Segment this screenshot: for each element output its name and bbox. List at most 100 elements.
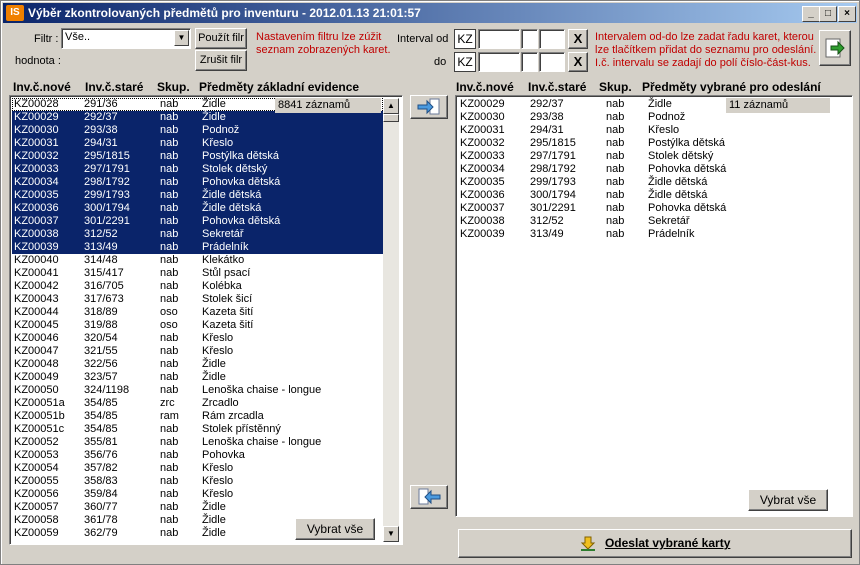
table-row[interactable]: KZ00037 301/2291 nab Pohovka dětská (458, 202, 850, 215)
interval-from-part[interactable] (521, 29, 538, 49)
clear-from-button[interactable]: X (568, 29, 588, 49)
table-row[interactable]: KZ00048 322/56 nab Židle (12, 358, 383, 371)
cell-group: nab (160, 358, 179, 370)
cell-inv-new: KZ00031 (14, 137, 59, 149)
cell-group: oso (160, 306, 178, 318)
left-col-header-name[interactable]: Předměty základní evidence (199, 80, 359, 94)
table-row[interactable]: KZ00052 355/81 nab Lenoška chaise - longue (12, 436, 383, 449)
clear-to-button[interactable]: X (568, 52, 588, 72)
cell-inv-old: 315/417 (84, 267, 124, 279)
table-row[interactable]: KZ00032 295/1815 nab Postýlka dětská (12, 150, 383, 163)
cancel-filter-button[interactable]: Zrušit filr (195, 50, 247, 71)
table-row[interactable]: KZ00030 293/38 nab Podnož (12, 124, 383, 137)
table-row[interactable]: KZ00039 313/49 nab Prádelník (12, 241, 383, 254)
table-row[interactable]: KZ00053 356/76 nab Pohovka (12, 449, 383, 462)
maximize-button[interactable]: □ (819, 6, 837, 22)
chevron-down-icon[interactable]: ▼ (174, 30, 189, 46)
cell-item-name: Křeslo (202, 475, 234, 487)
right-col-header-new[interactable]: Inv.č.nové (456, 80, 514, 94)
right-select-all-button[interactable]: Vybrat vše (748, 489, 828, 511)
cell-item-name: Židle (202, 371, 226, 383)
scroll-thumb[interactable] (383, 114, 399, 122)
send-selected-button[interactable]: Odeslat vybrané karty (458, 529, 852, 558)
cell-item-name: Židle (202, 501, 226, 513)
left-record-count: 8841 záznamů (275, 98, 381, 113)
move-left-button[interactable] (410, 485, 448, 509)
right-items-list[interactable]: KZ00029 292/37 nab Židle KZ00030 293/38 nab Pod… (455, 95, 853, 517)
table-row[interactable]: KZ00036 300/1794 nab Židle dětská (12, 202, 383, 215)
cell-group: nab (160, 124, 179, 136)
interval-to-number[interactable] (478, 52, 520, 72)
table-row[interactable]: KZ00035 299/1793 nab Židle dětská (458, 176, 850, 189)
apply-filter-button[interactable]: Použít filr (195, 28, 247, 49)
interval-from-piece[interactable] (539, 29, 565, 49)
move-right-button[interactable] (410, 95, 448, 119)
cell-inv-old: 294/31 (530, 124, 564, 136)
cell-inv-new: KZ00053 (14, 449, 59, 461)
interval-to-part[interactable] (521, 52, 538, 72)
table-row[interactable]: KZ00033 297/1791 nab Stolek dětský (458, 150, 850, 163)
right-col-header-name[interactable]: Předměty vybrané pro odeslání (642, 80, 821, 94)
scroll-down-icon[interactable]: ▼ (383, 526, 399, 542)
left-col-header-group[interactable]: Skup. (157, 80, 190, 94)
filter-value-label: hodnota : (15, 55, 61, 67)
table-row[interactable]: KZ00055 358/83 nab Křeslo (12, 475, 383, 488)
right-col-header-old[interactable]: Inv.č.staré (528, 80, 586, 94)
table-row[interactable]: KZ00054 357/82 nab Křeslo (12, 462, 383, 475)
left-col-header-new[interactable]: Inv.č.nové (13, 80, 71, 94)
table-row[interactable]: KZ00056 359/84 nab Křeslo (12, 488, 383, 501)
table-row[interactable]: KZ00047 321/55 nab Křeslo (12, 345, 383, 358)
table-row[interactable]: KZ00040 314/48 nab Klekátko (12, 254, 383, 267)
table-row[interactable]: KZ00051b 354/85 ram Rám zrcadla (12, 410, 383, 423)
title-bar[interactable]: IS Výběr zkontrolovaných předmětů pro in… (3, 3, 857, 23)
table-row[interactable]: KZ00031 294/31 nab Křeslo (458, 124, 850, 137)
table-row[interactable]: KZ00051a 354/85 zrc Zrcadlo (12, 397, 383, 410)
table-row[interactable]: KZ00036 300/1794 nab Židle dětská (458, 189, 850, 202)
cell-group: nab (160, 371, 179, 383)
close-button[interactable]: × (838, 6, 856, 22)
cell-inv-old: 295/1815 (84, 150, 130, 162)
table-row[interactable]: KZ00032 295/1815 nab Postýlka dětská (458, 137, 850, 150)
interval-from-number[interactable] (478, 29, 520, 49)
table-row[interactable]: KZ00033 297/1791 nab Stolek dětský (12, 163, 383, 176)
table-row[interactable]: KZ00034 298/1792 nab Pohovka dětská (12, 176, 383, 189)
table-row[interactable]: KZ00043 317/673 nab Stolek šicí (12, 293, 383, 306)
interval-to-prefix: KZ (454, 52, 476, 72)
table-row[interactable]: KZ00037 301/2291 nab Pohovka dětská (12, 215, 383, 228)
table-row[interactable]: KZ00041 315/417 nab Stůl psací (12, 267, 383, 280)
right-col-header-group[interactable]: Skup. (599, 80, 632, 94)
table-row[interactable]: KZ00046 320/54 nab Křeslo (12, 332, 383, 345)
cell-item-name: Židle (648, 98, 672, 110)
table-row[interactable]: KZ00034 298/1792 nab Pohovka dětská (458, 163, 850, 176)
table-row[interactable]: KZ00045 319/88 oso Kazeta šití (12, 319, 383, 332)
table-row[interactable]: KZ00038 312/52 nab Sekretář (458, 215, 850, 228)
filter-select[interactable]: Vše.. ▼ (61, 28, 191, 49)
table-row[interactable]: KZ00051c 354/85 nab Stolek přístěnný (12, 423, 383, 436)
scroll-up-icon[interactable]: ▲ (383, 98, 399, 114)
cell-group: nab (606, 124, 625, 136)
table-row[interactable]: KZ00039 313/49 nab Prádelník (458, 228, 850, 241)
table-row[interactable]: KZ00038 312/52 nab Sekretář (12, 228, 383, 241)
cell-inv-new: KZ00043 (14, 293, 59, 305)
table-row[interactable]: KZ00031 294/31 nab Křeslo (12, 137, 383, 150)
table-row[interactable]: KZ00050 324/1198 nab Lenoška chaise - longu… (12, 384, 383, 397)
cell-inv-new: KZ00059 (14, 527, 59, 539)
cell-item-name: Židle (202, 111, 226, 123)
table-row[interactable]: KZ00049 323/57 nab Židle (12, 371, 383, 384)
cell-inv-old: 354/85 (84, 410, 118, 422)
table-row[interactable]: KZ00035 299/1793 nab Židle dětská (12, 189, 383, 202)
left-col-header-old[interactable]: Inv.č.staré (85, 80, 143, 94)
add-interval-button[interactable] (819, 30, 851, 66)
move-left-arrow-icon (418, 488, 441, 505)
table-row[interactable]: KZ00042 316/705 nab Kolébka (12, 280, 383, 293)
cell-inv-new: KZ00030 (460, 111, 505, 123)
table-row[interactable]: KZ00057 360/77 nab Židle (12, 501, 383, 514)
interval-to-piece[interactable] (539, 52, 565, 72)
left-items-list[interactable]: KZ00028 291/36 nab Židle KZ00029 292/37 nab Žid… (9, 95, 403, 545)
left-scrollbar[interactable]: ▲ ▼ (383, 98, 399, 542)
left-select-all-button[interactable]: Vybrat vše (295, 518, 375, 540)
table-row[interactable]: KZ00044 318/89 oso Kazeta šití (12, 306, 383, 319)
cell-group: nab (160, 527, 179, 539)
minimize-button[interactable]: _ (802, 6, 820, 22)
cell-inv-new: KZ00051a (14, 397, 65, 409)
